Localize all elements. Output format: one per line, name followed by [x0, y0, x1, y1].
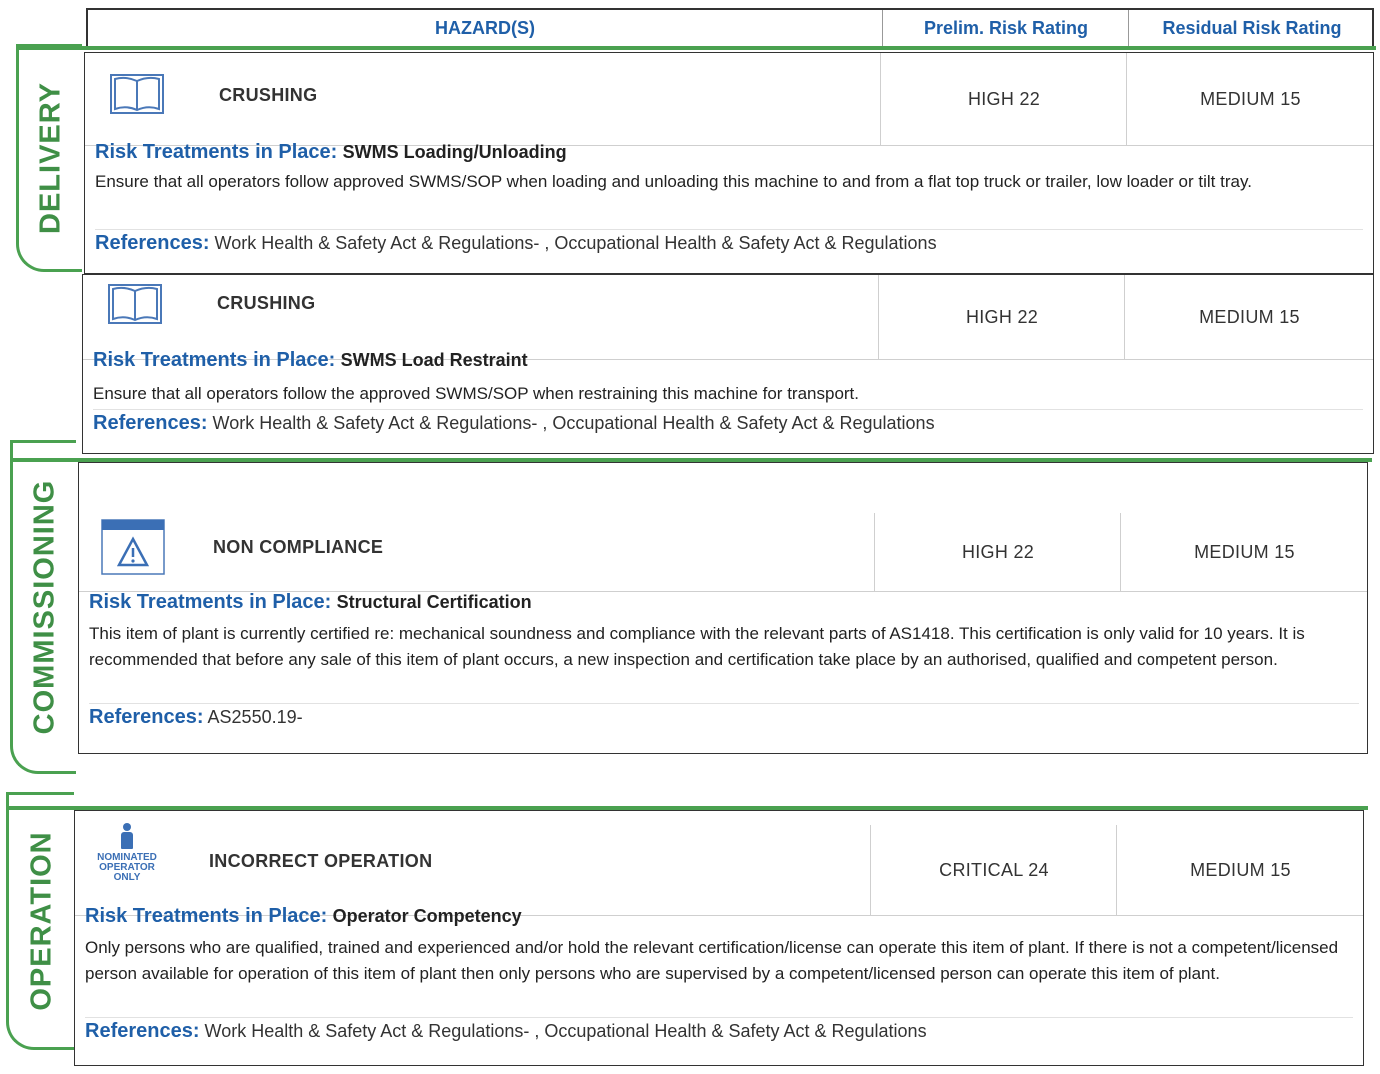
section-label-delivery: DELIVERY	[16, 44, 82, 272]
prelim-risk-rating: HIGH 22	[880, 53, 1127, 145]
references-value: Work Health & Safety Act & Regulations- …	[214, 233, 937, 253]
prelim-risk-rating: HIGH 22	[878, 275, 1125, 359]
risk-treatment-description: This item of plant is currently certifie…	[89, 624, 1305, 669]
references-value: Work Health & Safety Act & Regulations- …	[204, 1021, 927, 1041]
risk-treatment-description: Only persons who are qualified, trained …	[85, 938, 1339, 983]
risk-treatment-description: Ensure that all operators follow approve…	[95, 172, 1252, 191]
risk-treatments-label: Risk Treatments in Place:	[85, 905, 328, 927]
risk-treatment-line: Risk Treatments in Place: SWMS Loading/U…	[95, 141, 567, 164]
section-title-operation: OPERATION	[25, 831, 57, 1011]
hazard-block: CRUSHING HIGH 22 MEDIUM 15 Risk Treatmen…	[84, 52, 1374, 274]
references-line: References: Work Health & Safety Act & R…	[85, 1017, 1353, 1043]
section-label-commissioning: COMMISSIONING	[10, 440, 76, 774]
risk-treatment-line: Risk Treatments in Place: Structural Cer…	[89, 591, 532, 614]
section-label-operation: OPERATION	[6, 792, 74, 1050]
risk-treatment-value: Structural Certification	[336, 592, 532, 612]
manual-book-icon	[109, 73, 165, 115]
references-value: AS2550.19-	[207, 707, 303, 727]
residual-risk-rating: MEDIUM 15	[1116, 825, 1364, 915]
hazard-name: CRUSHING	[217, 293, 316, 313]
header-hazards: HAZARD(S)	[435, 18, 535, 38]
risk-treatment-value: SWMS Loading/Unloading	[342, 142, 567, 162]
header-prelim-risk-rating: Prelim. Risk Rating	[882, 10, 1129, 47]
references-label: References:	[89, 706, 204, 728]
icon-text-line: ONLY	[113, 872, 141, 883]
risk-treatment-description: Ensure that all operators follow the app…	[93, 384, 860, 403]
residual-risk-rating: MEDIUM 15	[1124, 275, 1374, 359]
references-line: References: AS2550.19-	[89, 703, 1359, 729]
header-residual-risk-rating: Residual Risk Rating	[1128, 10, 1375, 47]
prelim-risk-rating: CRITICAL 24	[870, 825, 1117, 915]
risk-treatments-label: Risk Treatments in Place:	[95, 141, 338, 163]
section-divider-delivery	[16, 46, 1376, 50]
table-header: HAZARD(S) Prelim. Risk Rating Residual R…	[86, 8, 1374, 48]
references-line: References: Work Health & Safety Act & R…	[95, 229, 1363, 255]
references-value: Work Health & Safety Act & Regulations- …	[212, 413, 935, 433]
residual-risk-rating: MEDIUM 15	[1126, 53, 1374, 145]
section-title-commissioning: COMMISSIONING	[28, 479, 60, 735]
risk-treatments-label: Risk Treatments in Place:	[93, 349, 336, 371]
operator-figure-icon	[120, 823, 134, 849]
manual-book-icon	[107, 283, 163, 325]
warning-sign-icon	[101, 519, 165, 575]
hazard-row: CRUSHING HIGH 22 MEDIUM 15	[83, 275, 1373, 360]
risk-treatment-value: Operator Competency	[332, 906, 522, 926]
risk-treatment-line: Risk Treatments in Place: SWMS Load Rest…	[93, 349, 528, 372]
hazard-row: NON COMPLIANCE HIGH 22 MEDIUM 15	[79, 463, 1367, 592]
risk-treatments-label: Risk Treatments in Place:	[89, 591, 332, 613]
hazard-block: CRUSHING HIGH 22 MEDIUM 15 Risk Treatmen…	[82, 274, 1374, 454]
references-label: References:	[85, 1020, 200, 1042]
nominated-operator-icon: NOMINATED OPERATOR ONLY	[89, 823, 165, 883]
risk-treatment-line: Risk Treatments in Place: Operator Compe…	[85, 905, 522, 928]
prelim-risk-rating: HIGH 22	[874, 513, 1121, 591]
hazard-block: NON COMPLIANCE HIGH 22 MEDIUM 15 Risk Tr…	[78, 462, 1368, 754]
references-label: References:	[93, 412, 208, 434]
references-label: References:	[95, 232, 210, 254]
hazard-name: CRUSHING	[219, 85, 318, 105]
section-title-delivery: DELIVERY	[34, 82, 66, 234]
hazard-name: INCORRECT OPERATION	[209, 851, 433, 871]
references-line: References: Work Health & Safety Act & R…	[93, 409, 1363, 435]
hazard-row: NOMINATED OPERATOR ONLY INCORRECT OPERAT…	[75, 811, 1363, 916]
hazard-block: NOMINATED OPERATOR ONLY INCORRECT OPERAT…	[74, 810, 1364, 1066]
hazard-row: CRUSHING HIGH 22 MEDIUM 15	[85, 53, 1373, 146]
risk-treatment-value: SWMS Load Restraint	[340, 350, 528, 370]
hazard-name: NON COMPLIANCE	[213, 537, 384, 557]
residual-risk-rating: MEDIUM 15	[1120, 513, 1368, 591]
